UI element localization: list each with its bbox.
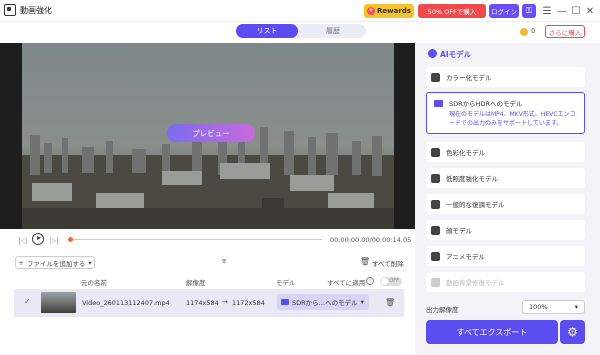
toggle-knob	[381, 278, 388, 285]
model-label: 一般的な復調モデル	[446, 201, 505, 209]
model-item-background[interactable]: 動画背景修復モデル	[426, 272, 585, 292]
info-icon[interactable]: i	[366, 277, 374, 285]
model-item-anime[interactable]: アニメモデル	[426, 246, 585, 266]
header-apply-all: すべてに適用	[327, 279, 366, 287]
header-model: モデル	[276, 279, 296, 287]
progress-track[interactable]	[70, 239, 322, 240]
play-icon[interactable]	[32, 233, 44, 245]
image-icon	[431, 277, 440, 287]
file-name: Video_260113112407.mp4	[82, 299, 170, 307]
model-label: カラー化モデル	[446, 74, 492, 82]
hdr-icon	[281, 299, 289, 305]
model-item-colorize[interactable]: カラー化モデル	[426, 67, 585, 87]
model-item-color-enhance[interactable]: 色彩化モデル	[426, 142, 585, 162]
model-item-face[interactable]: 顔モデル	[426, 220, 585, 240]
model-label: SDRからHDRへのモデル	[449, 100, 523, 108]
ai-panel-title: AIモデル	[440, 50, 472, 59]
source-resolution: 1174x584	[186, 299, 219, 307]
coin-icon	[520, 28, 528, 36]
export-all-button[interactable]: すべてエクスポート	[426, 320, 558, 344]
toggle-text: OFF	[389, 278, 399, 284]
chevron-down-icon: ▾	[360, 298, 364, 306]
trash-icon[interactable]: 🗑	[385, 298, 395, 307]
model-label: 動画背景修復モデル	[446, 279, 505, 287]
hdr-icon	[434, 99, 443, 107]
add-file-label: ファイルを追加する	[26, 259, 86, 268]
rewards-button[interactable]: + Rewards	[364, 4, 414, 18]
header-name: 元の名前	[81, 279, 107, 287]
model-select[interactable]: SDRから…へのモデル ▾	[277, 294, 369, 310]
model-item-general[interactable]: 一般的な復調モデル	[426, 194, 585, 214]
model-label: 顔モデル	[446, 227, 472, 235]
model-label: アニメモデル	[446, 253, 485, 261]
resolution-select[interactable]: 100% ▾	[522, 300, 585, 314]
target-resolution: 1172x584	[232, 299, 265, 307]
add-file-button[interactable]: + ファイルを追加する ▾	[15, 256, 95, 269]
offer-button[interactable]: 50% OFFで購入	[418, 4, 486, 18]
skip-back-icon[interactable]: |◁	[18, 236, 27, 245]
check-icon[interactable]: ✓	[24, 297, 31, 306]
minimize-button[interactable]: —	[555, 3, 569, 19]
gift-icon: +	[367, 7, 376, 15]
app-logo-icon	[4, 4, 16, 16]
model-select-value: SDRから…へのモデル	[292, 299, 358, 307]
model-label: 色彩化モデル	[446, 149, 485, 157]
collapse-icon[interactable]: ⩔	[222, 256, 227, 266]
login-button[interactable]: ログイン	[489, 4, 519, 18]
video-thumbnail	[41, 292, 76, 313]
table-header: 元の名前 解像度 モデル すべてに適用	[14, 274, 404, 287]
rewards-label: Rewards	[377, 7, 411, 15]
menu-icon[interactable]: ☰	[540, 3, 554, 19]
tab-list[interactable]: リスト	[236, 24, 298, 38]
app-title: 動画強化	[20, 6, 52, 15]
resolution-value: 100%	[529, 303, 548, 311]
progress-knob[interactable]	[68, 237, 73, 242]
trash-icon[interactable]: 🗑	[360, 257, 370, 266]
face-icon	[431, 225, 440, 235]
model-description: 現在のモデルはMP4、MKV形式、HEVCエンコードでの出力のみをサポートしてい…	[449, 111, 576, 127]
maximize-button[interactable]: ☐	[569, 3, 583, 19]
model-item-low-light[interactable]: 低照度強化モデル	[426, 168, 585, 188]
apply-all-toggle[interactable]: OFF	[380, 277, 402, 286]
timecode: 00:00:00.00/00:00:14.05	[330, 236, 412, 244]
ai-icon	[428, 49, 437, 58]
gear-icon[interactable]: ⚙	[560, 320, 585, 344]
color-brush-icon	[431, 72, 440, 82]
chevron-down-icon: ▾	[574, 303, 578, 311]
model-label: 低照度強化モデル	[446, 175, 498, 183]
preview-button[interactable]: プレビュー	[167, 124, 255, 142]
delete-all-label[interactable]: すべて削除	[372, 258, 404, 268]
model-item-sdr-hdr-title: SDRからHDRへのモデル	[434, 98, 523, 108]
output-resolution-label: 出力解像度	[426, 306, 459, 314]
anime-icon	[431, 251, 440, 261]
moon-icon	[431, 173, 440, 183]
arrow-right-icon: →	[222, 298, 228, 306]
chevron-down-icon: ▾	[88, 258, 92, 267]
header-resolution: 解像度	[186, 279, 206, 287]
key-icon[interactable]: ⚿	[522, 4, 536, 18]
tab-history[interactable]: 履歴	[302, 24, 364, 38]
palette-icon	[431, 147, 440, 157]
coin-count: 0	[531, 27, 536, 35]
close-button[interactable]: ✕	[583, 3, 597, 19]
video-icon	[431, 199, 440, 209]
plus-icon: +	[18, 258, 24, 267]
skip-forward-icon[interactable]: ▷|	[50, 236, 59, 245]
buy-more-button[interactable]: さらに購入	[545, 25, 585, 38]
